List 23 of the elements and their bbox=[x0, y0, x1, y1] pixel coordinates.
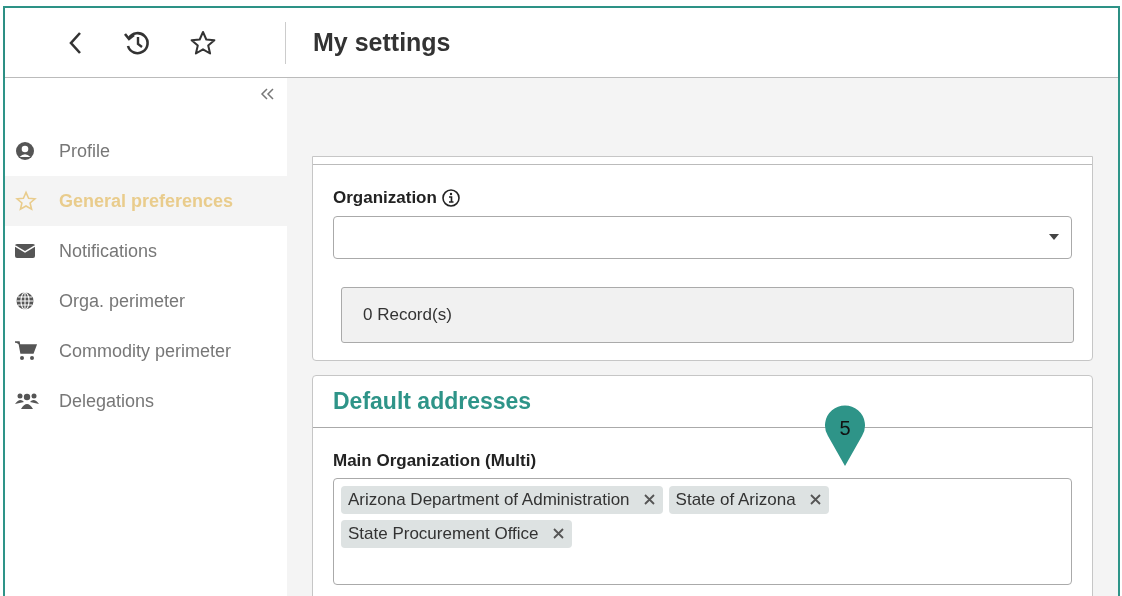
annotation-marker: 5 bbox=[823, 402, 867, 468]
section-title: Default addresses bbox=[333, 387, 532, 417]
dropdown-caret-icon[interactable] bbox=[1049, 234, 1059, 240]
profile-icon bbox=[15, 141, 35, 161]
remove-tag-icon[interactable] bbox=[643, 494, 655, 505]
info-icon[interactable] bbox=[440, 187, 461, 208]
people-icon bbox=[15, 392, 39, 410]
cart-icon bbox=[15, 341, 37, 361]
remove-tag-icon[interactable] bbox=[552, 528, 564, 539]
field-label: Organization bbox=[333, 187, 437, 209]
mail-icon bbox=[15, 243, 35, 259]
tag-label: Arizona Department of Administration bbox=[348, 488, 630, 511]
multi-select-field[interactable]: Arizona Department of Administration State of Arizona State Procurement Office bbox=[333, 477, 1072, 585]
star-icon[interactable] bbox=[189, 28, 217, 57]
remove-tag-icon[interactable] bbox=[809, 494, 821, 505]
tag-label: State of Arizona bbox=[675, 488, 796, 511]
globe-icon bbox=[15, 291, 35, 311]
star-icon bbox=[15, 190, 37, 212]
tag-label: State Procurement Office bbox=[348, 522, 539, 545]
record-count: 0 Record(s) bbox=[363, 303, 452, 326]
page-title: My settings bbox=[313, 26, 451, 58]
collapse-icon[interactable] bbox=[259, 86, 275, 102]
field-label: Main Organization (Multi) bbox=[333, 450, 538, 472]
